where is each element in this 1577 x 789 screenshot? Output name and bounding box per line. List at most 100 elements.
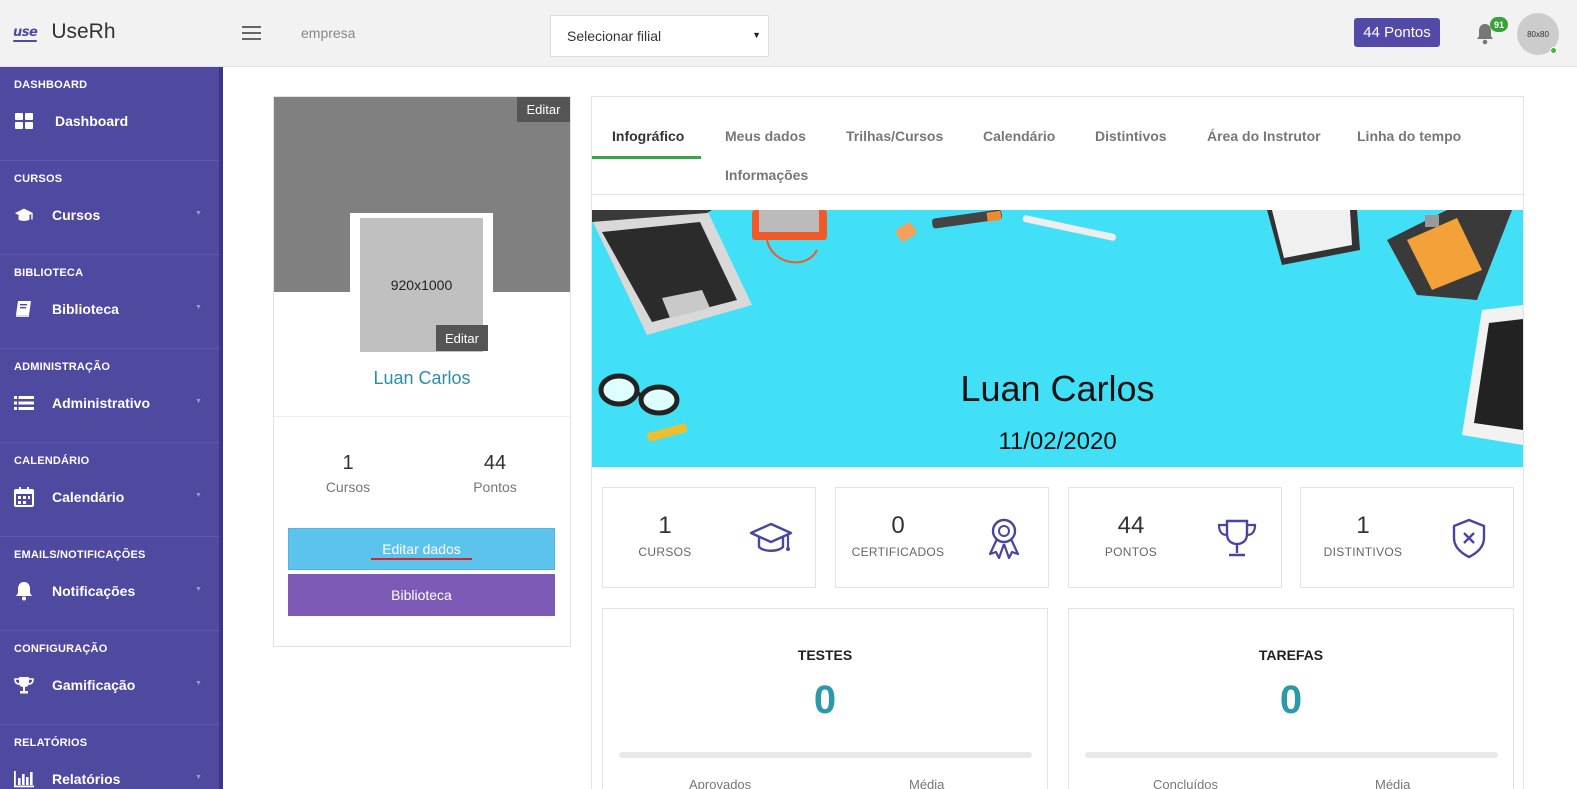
chevron-down-icon: ▼ [195, 774, 202, 781]
sidebar-heading: DASHBOARD [14, 79, 88, 91]
tabs-panel: Infográfico Meus dados Trilhas/Cursos Ca… [591, 96, 1524, 789]
edit-photo-button[interactable]: Editar [436, 325, 488, 351]
progress-bar [619, 752, 1032, 758]
calendar-icon [14, 487, 34, 507]
profile-photo-frame: 920x1000 Editar [350, 213, 493, 353]
tablet-illustration [752, 210, 827, 264]
chevron-down-icon: ▼ [195, 398, 202, 405]
list-icon [14, 396, 34, 410]
stat-label: Pontos [473, 479, 517, 495]
box-sublabel: Média [1375, 777, 1411, 789]
box-title: TAREFAS [1258, 647, 1324, 663]
metric-card-distintivos: 1 DISTINTIVOS [1300, 487, 1514, 588]
sidebar-section-configuracao: CONFIGURAÇÃO Gamificação ▼ [0, 631, 219, 725]
progress-bar [1085, 752, 1498, 758]
profile-card: Editar 920x1000 Editar Luan Carlos 1 Cur… [273, 96, 571, 647]
sidebar-item-dashboard[interactable]: Dashboard [0, 103, 219, 139]
award-ribbon-icon [988, 518, 1020, 560]
profile-name: Luan Carlos [373, 368, 471, 388]
tab-linha-do-tempo[interactable]: Linha do tempo [1357, 128, 1461, 144]
sidebar: DASHBOARD Dashboard CURSOS Cursos ▼ BIBL… [0, 67, 223, 789]
edit-cover-button[interactable]: Editar [517, 97, 570, 122]
sidebar-heading: EMAILS/NOTIFICAÇÕES [14, 549, 146, 561]
trophy-icon [1217, 519, 1257, 557]
branch-select[interactable]: Selecionar filial ▼ [550, 15, 769, 57]
metric-label: CERTIFICADOS [851, 545, 945, 559]
tab-trilhas-cursos[interactable]: Trilhas/Cursos [846, 128, 943, 144]
menu-toggle-icon[interactable] [242, 26, 261, 40]
metric-label: DISTINTIVOS [1323, 545, 1403, 559]
chevron-down-icon: ▼ [195, 210, 202, 217]
sidebar-item-relatorios[interactable]: Relatórios ▼ [0, 761, 219, 789]
tabs-bar: Infográfico Meus dados Trilhas/Cursos Ca… [592, 97, 1523, 195]
shield-x-icon [1452, 518, 1486, 559]
sidebar-section-calendario: CALENDÁRIO Calendário ▼ [0, 443, 219, 537]
sidebar-section-administracao: ADMINISTRAÇÃO Administrativo ▼ [0, 349, 219, 443]
metric-card-certificados: 0 CERTIFICADOS [835, 487, 1049, 588]
sidebar-item-notificacoes[interactable]: Notificações ▼ [0, 573, 219, 609]
tab-informacoes[interactable]: Informações [725, 167, 808, 183]
tasks-box: TAREFAS 0 Concluídos Média [1068, 608, 1514, 789]
sidebar-item-gamificacao[interactable]: Gamificação ▼ [0, 667, 219, 703]
company-name: empresa [301, 25, 356, 41]
edit-data-label: Editar dados [382, 541, 461, 557]
metric-value: 0 [891, 512, 905, 539]
divider [274, 416, 570, 417]
stat-label: Cursos [325, 479, 371, 495]
tab-meus-dados[interactable]: Meus dados [725, 128, 806, 144]
sidebar-item-label: Notificações [52, 583, 136, 599]
annotation-underline [371, 558, 472, 560]
bar-chart-icon [14, 771, 34, 788]
box-title: TESTES [797, 647, 853, 663]
sidebar-heading: CONFIGURAÇÃO [14, 643, 108, 655]
sidebar-item-label: Administrativo [52, 395, 151, 411]
brand[interactable]: use UseRh [13, 20, 116, 44]
active-tab-indicator [592, 156, 701, 159]
chevron-down-icon: ▼ [195, 304, 202, 311]
chevron-down-icon: ▼ [195, 586, 202, 593]
box-value: 0 [1279, 678, 1303, 722]
metric-value: 1 [1356, 512, 1370, 539]
stat-cursos: 1 Cursos [288, 452, 408, 495]
edit-data-button[interactable]: Editar dados [288, 528, 555, 570]
book-icon [16, 301, 31, 317]
sidebar-section-notificacoes: EMAILS/NOTIFICAÇÕES Notificações ▼ [0, 537, 219, 631]
box-sublabel: Média [909, 777, 945, 789]
sidebar-item-label: Relatórios [52, 771, 121, 787]
grid-icon [15, 113, 33, 129]
sidebar-item-label: Cursos [52, 207, 101, 223]
stat-value: 1 [342, 452, 354, 474]
laptop-illustration [592, 210, 752, 335]
bell-icon [16, 582, 32, 601]
tab-area-instrutor[interactable]: Área do Instrutor [1207, 128, 1321, 144]
caret-down-icon: ▼ [752, 30, 761, 40]
library-button[interactable]: Biblioteca [288, 574, 555, 616]
points-badge[interactable]: 44 Pontos [1354, 18, 1440, 47]
branch-select-value: Selecionar filial [567, 28, 662, 44]
sidebar-section-biblioteca: BIBLIOTECA Biblioteca ▼ [0, 255, 219, 349]
sidebar-item-label: Calendário [52, 489, 125, 505]
box-sublabel: Concluídos [1153, 777, 1219, 789]
sidebar-item-administrativo[interactable]: Administrativo ▼ [0, 385, 219, 421]
box-sublabel: Aprovados [689, 777, 752, 789]
sidebar-heading: ADMINISTRAÇÃO [14, 361, 111, 373]
pens-illustration [895, 210, 1116, 242]
notebook-illustration [1267, 210, 1360, 265]
sidebar-item-cursos[interactable]: Cursos ▼ [0, 197, 219, 233]
top-bar: use UseRh empresa Selecionar filial ▼ 44… [0, 0, 1577, 67]
infographic-banner: Luan Carlos 11/02/2020 [592, 210, 1523, 467]
sidebar-heading: CALENDÁRIO [14, 455, 90, 467]
sidebar-section-cursos: CURSOS Cursos ▼ [0, 161, 219, 255]
tab-calendario[interactable]: Calendário [983, 128, 1055, 144]
sidebar-item-calendario[interactable]: Calendário ▼ [0, 479, 219, 515]
wallet-illustration [1387, 210, 1512, 300]
sidebar-heading: RELATÓRIOS [14, 737, 88, 749]
sidebar-section-relatorios: RELATÓRIOS Relatórios ▼ [0, 725, 219, 789]
sidebar-item-biblioteca[interactable]: Biblioteca ▼ [0, 291, 219, 327]
graduation-cap-icon [14, 208, 34, 221]
online-status-dot [1550, 47, 1557, 54]
metric-value: 1 [658, 512, 672, 539]
tab-infografico[interactable]: Infográfico [612, 128, 684, 144]
tab-distintivos[interactable]: Distintivos [1095, 128, 1167, 144]
sidebar-heading: BIBLIOTECA [14, 267, 84, 279]
